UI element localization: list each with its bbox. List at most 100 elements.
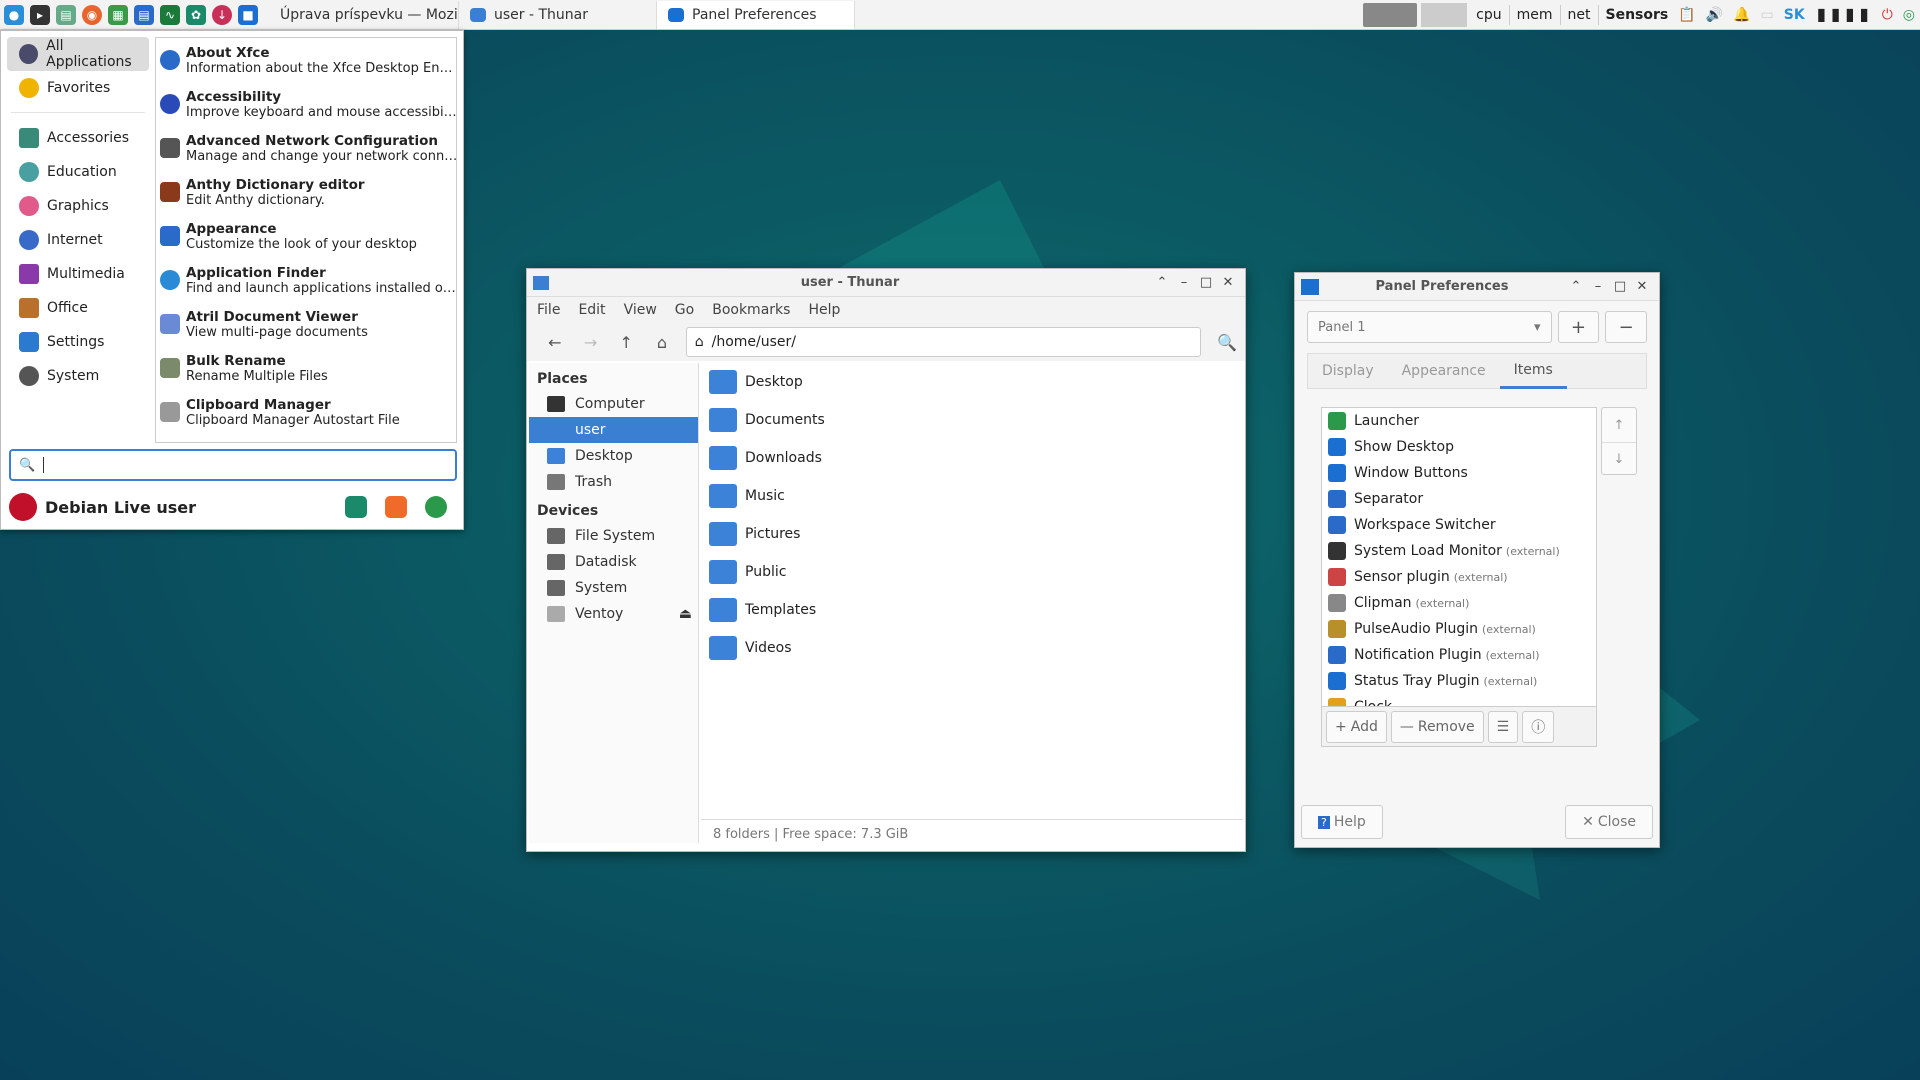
volume-icon[interactable]: 🔊 (1701, 7, 1728, 23)
menu-go[interactable]: Go (675, 302, 694, 318)
clock[interactable]: ▮▮▮▮ (1810, 2, 1877, 27)
logout-icon[interactable] (425, 496, 447, 518)
device-system[interactable]: System (529, 575, 698, 601)
plugin-item[interactable]: Separator (1322, 486, 1596, 512)
tray-icon[interactable]: ▭ (1756, 7, 1779, 23)
remove-panel-button[interactable]: − (1605, 311, 1648, 343)
plugin-item[interactable]: Workspace Switcher (1322, 512, 1596, 538)
add-panel-button[interactable]: + (1557, 311, 1600, 343)
category-graphics[interactable]: Graphics (7, 189, 149, 223)
place-trash[interactable]: Trash (529, 469, 698, 495)
chevron-up-icon[interactable]: ⌃ (1151, 275, 1173, 290)
tab-appearance[interactable]: Appearance (1388, 353, 1500, 389)
plugin-item[interactable]: Launcher (1322, 408, 1596, 434)
category-accessories[interactable]: Accessories (7, 121, 149, 155)
category-multimedia[interactable]: Multimedia (7, 257, 149, 291)
app-application-finder[interactable]: Application Finder Find and launch applic… (156, 258, 456, 302)
minimize-icon[interactable]: – (1173, 275, 1195, 290)
place-computer[interactable]: Computer (529, 391, 698, 417)
device-datadisk[interactable]: Datadisk (529, 549, 698, 575)
back-icon[interactable]: ← (537, 333, 573, 352)
plugin-item[interactable]: Show Desktop (1322, 434, 1596, 460)
menu-help[interactable]: Help (808, 302, 840, 318)
forward-icon[interactable]: → (573, 333, 609, 352)
notification-icon[interactable]: 🔔 (1728, 7, 1755, 23)
power-icon[interactable]: ⏻ (1877, 7, 1898, 23)
file-manager-icon[interactable]: ▤ (56, 4, 76, 25)
file-item-pictures[interactable]: Pictures (701, 515, 1243, 553)
app-bulk-rename[interactable]: Bulk Rename Rename Multiple Files (156, 346, 456, 390)
close-icon[interactable]: ✕ (1217, 275, 1239, 290)
move-up-icon[interactable]: ↑ (1602, 408, 1636, 442)
file-item-documents[interactable]: Documents (701, 401, 1243, 439)
category-education[interactable]: Education (7, 155, 149, 189)
tab-items[interactable]: Items (1499, 353, 1567, 389)
item-info-button[interactable]: ⓘ (1522, 710, 1555, 743)
menu-bookmarks[interactable]: Bookmarks (712, 302, 790, 318)
move-down-icon[interactable]: ↓ (1602, 442, 1636, 476)
menu-edit[interactable]: Edit (578, 302, 605, 318)
device-ventoy[interactable]: Ventoy ⏏ (529, 601, 698, 627)
app-atril[interactable]: Atril Document Viewer View multi-page doc… (156, 302, 456, 346)
place-user[interactable]: user (529, 417, 698, 443)
sensors-plugin[interactable]: Sensors (1601, 7, 1674, 23)
document-icon[interactable]: ▤ (134, 4, 154, 25)
monitor-icon[interactable]: ∿ (160, 4, 180, 25)
task-firefox[interactable]: Úprava príspevku — Mozil... (261, 0, 459, 29)
workspace-switcher-2[interactable] (1421, 2, 1468, 27)
close-icon[interactable]: ✕ (1631, 279, 1653, 294)
minimize-icon[interactable]: – (1587, 279, 1609, 294)
thunar-titlebar[interactable]: user - Thunar ⌃ – □ ✕ (527, 269, 1245, 297)
workspace-switcher[interactable] (1363, 2, 1418, 27)
category-system[interactable]: System (7, 359, 149, 393)
app-clipboard-manager[interactable]: Clipboard Manager Clipboard Manager Autos… (156, 390, 456, 434)
eject-icon[interactable]: ⏏ (679, 606, 692, 622)
settings-manager-icon[interactable]: ✿ (186, 4, 206, 25)
mem-monitor[interactable]: mem (1512, 7, 1558, 23)
file-item-music[interactable]: Music (701, 477, 1243, 515)
prefs-titlebar[interactable]: Panel Preferences ⌃ – □ ✕ (1295, 273, 1659, 301)
firefox-icon[interactable]: ◉ (82, 4, 102, 25)
category-all-applications[interactable]: All Applications (7, 37, 149, 71)
search-icon[interactable]: 🔍 (1209, 333, 1245, 352)
maximize-icon[interactable]: □ (1609, 279, 1631, 294)
net-monitor[interactable]: net (1563, 7, 1596, 23)
chevron-up-icon[interactable]: ⌃ (1565, 279, 1587, 294)
file-item-templates[interactable]: Templates (701, 591, 1243, 629)
file-item-downloads[interactable]: Downloads (701, 439, 1243, 477)
category-favorites[interactable]: Favorites (7, 71, 149, 105)
menu-file[interactable]: File (537, 302, 560, 318)
menu-search-input[interactable]: 🔍 (9, 449, 457, 481)
show-desktop-icon[interactable]: ■ (238, 4, 258, 25)
category-internet[interactable]: Internet (7, 223, 149, 257)
up-icon[interactable]: ↑ (608, 333, 644, 352)
keyboard-layout[interactable]: SK (1779, 7, 1810, 23)
remove-item-button[interactable]: — Remove (1390, 710, 1484, 743)
device-filesystem[interactable]: File System (529, 523, 698, 549)
plugin-item[interactable]: Notification Plugin (external) (1322, 642, 1596, 668)
close-button[interactable]: ✕ Close (1565, 805, 1653, 839)
app-network-config[interactable]: Advanced Network Configuration Manage and… (156, 126, 456, 170)
plugin-item[interactable]: PulseAudio Plugin (external) (1322, 616, 1596, 642)
cpu-monitor[interactable]: cpu (1471, 7, 1506, 23)
app-appearance[interactable]: Appearance Customize the look of your des… (156, 214, 456, 258)
category-settings[interactable]: Settings (7, 325, 149, 359)
tab-display[interactable]: Display (1308, 353, 1388, 389)
download-icon[interactable]: ↓ (212, 4, 232, 25)
file-item-videos[interactable]: Videos (701, 629, 1243, 667)
task-panel-preferences[interactable]: Panel Preferences (657, 0, 855, 29)
home-icon[interactable]: ⌂ (644, 333, 680, 352)
app-anthy-dictionary[interactable]: Anthy Dictionary editor Edit Anthy dictio… (156, 170, 456, 214)
app-accessibility[interactable]: Accessibility Improve keyboard and mouse … (156, 82, 456, 126)
app-about-xfce[interactable]: About Xfce Information about the Xfce Des… (156, 38, 456, 82)
plugin-item[interactable]: Sensor plugin (external) (1322, 564, 1596, 590)
plugin-item[interactable]: Status Tray Plugin (external) (1322, 668, 1596, 694)
panel-select[interactable]: Panel 1 ▾ (1307, 311, 1552, 343)
plugin-item[interactable]: System Load Monitor (external) (1322, 538, 1596, 564)
settings-manager-icon[interactable] (345, 496, 367, 518)
terminal-icon[interactable]: ▸ (30, 4, 50, 25)
plugin-item[interactable]: Clipman (external) (1322, 590, 1596, 616)
lock-icon[interactable] (385, 496, 407, 518)
menu-view[interactable]: View (624, 302, 657, 318)
menu-launcher-icon[interactable]: ● (4, 4, 24, 25)
